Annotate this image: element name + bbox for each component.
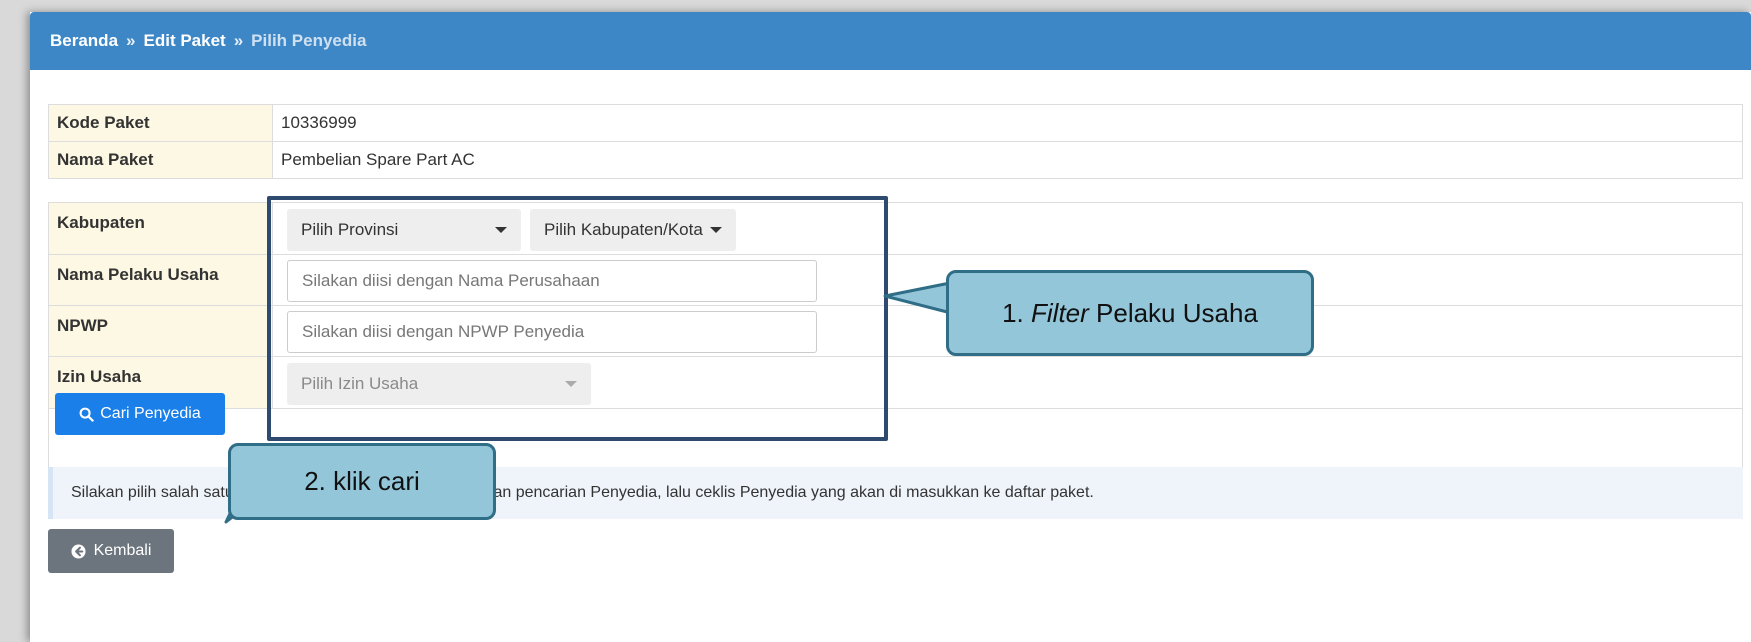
kode-paket-label: Kode Paket: [48, 104, 273, 142]
cari-penyedia-label: Cari Penyedia: [100, 405, 201, 422]
callout-one-prefix: 1.: [1002, 297, 1032, 328]
search-icon: [79, 407, 94, 422]
kembali-button[interactable]: Kembali: [48, 529, 174, 573]
breadcrumb: Beranda » Edit Paket » Pilih Penyedia: [30, 12, 1751, 70]
callout-one-suffix: Pelaku Usaha: [1088, 297, 1258, 328]
callout-filter-pelaku-usaha: 1. Filter Pelaku Usaha: [946, 270, 1314, 356]
breadcrumb-separator: »: [233, 31, 244, 50]
nama-paket-value: Pembelian Spare Part AC: [272, 141, 1743, 179]
callout-two-text: 2. klik cari: [304, 466, 420, 496]
nama-paket-label: Nama Paket: [48, 141, 273, 179]
info-alert-text: Silakan pilih salah satu paramater penca…: [71, 484, 1094, 501]
breadcrumb-separator: »: [126, 31, 136, 50]
kabupaten-label: Kabupaten: [49, 203, 273, 255]
filter-highlight-box: [267, 196, 888, 441]
table-row: Kode Paket 10336999: [48, 104, 1743, 142]
paket-info-table: Kode Paket 10336999 Nama Paket Pembelian…: [48, 104, 1743, 179]
nama-pelaku-usaha-label: Nama Pelaku Usaha: [49, 255, 273, 306]
breadcrumb-edit-paket[interactable]: Edit Paket: [144, 31, 226, 51]
breadcrumb-current: Pilih Penyedia: [251, 31, 367, 50]
kembali-label: Kembali: [93, 542, 152, 559]
table-row: Nama Paket Pembelian Spare Part AC: [48, 141, 1743, 179]
callout-one-italic: Filter: [1031, 297, 1089, 328]
kode-paket-value: 10336999: [272, 104, 1743, 142]
callout-klik-cari: 2. klik cari: [228, 443, 496, 520]
arrow-circle-left-icon: [71, 543, 86, 559]
breadcrumb-home[interactable]: Beranda: [50, 31, 118, 51]
cari-penyedia-button[interactable]: Cari Penyedia: [55, 393, 225, 435]
npwp-label: NPWP: [49, 306, 273, 357]
